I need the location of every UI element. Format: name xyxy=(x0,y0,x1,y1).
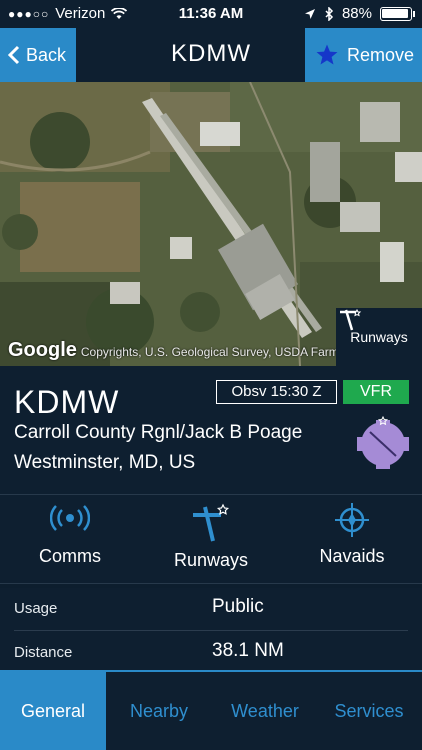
runways-label: Runways xyxy=(173,550,249,570)
remove-favorite-button[interactable]: Remove xyxy=(305,28,422,82)
tab-nearby[interactable]: Nearby xyxy=(106,672,212,750)
wind-runway-badge xyxy=(357,416,409,469)
map-runways-button[interactable]: Runways xyxy=(336,308,422,366)
distance-key: Distance xyxy=(14,644,73,661)
battery-icon xyxy=(380,6,415,21)
runways-button[interactable]: Runways xyxy=(141,503,281,571)
airport-name: Carroll County Rgnl/Jack B Poage xyxy=(14,422,303,443)
usage-key: Usage xyxy=(14,600,58,617)
flight-category-badge: VFR xyxy=(343,380,409,404)
runway-icon xyxy=(340,308,362,331)
row-divider xyxy=(14,630,408,631)
quick-actions: Comms Runways Navaids xyxy=(0,495,422,583)
map-attribution: Google Copyrights, U.S. Geological Surve… xyxy=(8,339,361,362)
airport-code: KDMW xyxy=(14,384,120,420)
detail-row-usage: Usage Public xyxy=(0,588,422,632)
navaid-icon xyxy=(335,503,369,537)
tab-services[interactable]: Services xyxy=(316,672,422,750)
attribution-text: Copyrights, U.S. Geological Survey, USDA… xyxy=(80,345,361,359)
star-icon xyxy=(316,44,338,65)
airport-info: KDMW Obsv 15:30 Z VFR Carroll County Rgn… xyxy=(0,366,422,494)
observation-time-badge: Obsv 15:30 Z xyxy=(216,380,337,404)
bluetooth-icon xyxy=(325,6,334,21)
tab-weather[interactable]: Weather xyxy=(212,672,318,750)
navigation-bar: Back KDMW Remove xyxy=(0,28,422,82)
comms-button[interactable]: Comms xyxy=(0,503,140,567)
tab-general[interactable]: General xyxy=(0,672,106,750)
navaids-label: Navaids xyxy=(319,546,385,566)
status-bar: ●●●○○ Verizon 11:36 AM 88% xyxy=(0,0,422,28)
runway-icon xyxy=(193,503,230,542)
google-logo: Google xyxy=(8,339,77,361)
remove-label: Remove xyxy=(347,44,415,65)
airport-city: Westminster, MD, US xyxy=(14,452,196,473)
comms-label: Comms xyxy=(39,546,101,566)
airport-satellite-map[interactable]: Google Copyrights, U.S. Geological Surve… xyxy=(0,82,422,366)
tab-bar: General Nearby Weather Services xyxy=(0,670,422,750)
usage-value: Public xyxy=(212,596,264,617)
distance-value: 38.1 NM xyxy=(212,640,284,661)
location-arrow-icon xyxy=(304,8,315,19)
section-divider xyxy=(0,583,422,584)
navaids-button[interactable]: Navaids xyxy=(282,503,422,567)
radio-broadcast-icon xyxy=(49,505,91,531)
battery-percent: 88% xyxy=(341,5,372,22)
